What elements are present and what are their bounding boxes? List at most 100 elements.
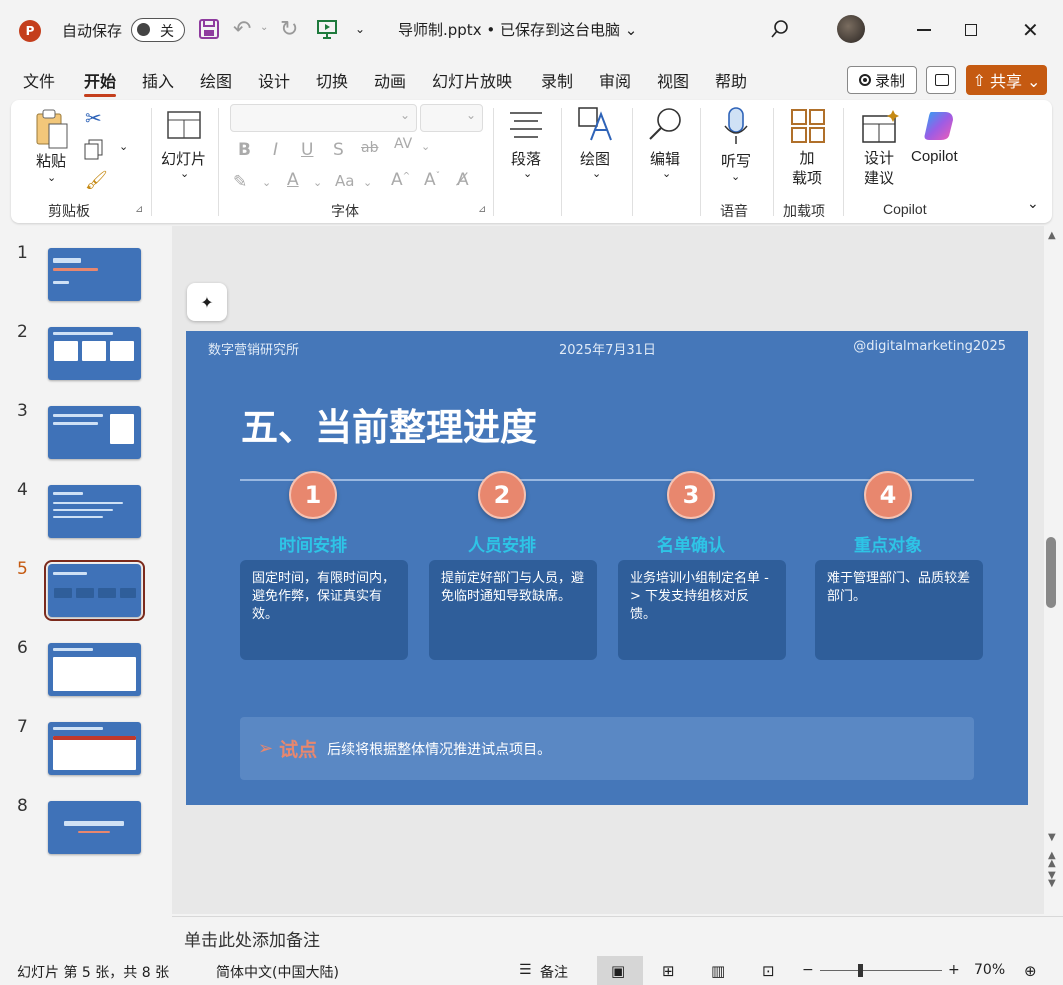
pilot-note-box[interactable]: ➢ 试点 后续将根据整体情况推进试点项目。 [240, 717, 974, 780]
copilot-icon[interactable] [921, 108, 957, 148]
autosave-toggle[interactable]: 关 [131, 18, 185, 42]
scroll-up-icon[interactable]: ▲ [1048, 230, 1056, 241]
slide-thumbnail-7[interactable] [48, 722, 141, 775]
customize-toolbar-icon[interactable]: ⌄ [355, 22, 365, 36]
addins-icon[interactable] [790, 108, 826, 148]
step-1-title[interactable]: 时间安排 [230, 531, 396, 556]
tab-view[interactable]: 视图 [657, 68, 689, 92]
step-4-card[interactable]: 难于管理部门、品质较差部门。 [815, 560, 983, 660]
tab-record[interactable]: 录制 [541, 68, 573, 92]
zoom-level[interactable]: 70% [974, 962, 1005, 978]
paragraph-icon[interactable] [508, 110, 544, 142]
step-4-title[interactable]: 重点对象 [805, 531, 971, 556]
present-from-start-icon[interactable] [316, 18, 338, 40]
font-launcher-icon[interactable]: ⊿ [478, 204, 486, 215]
undo-icon[interactable]: ↶ [233, 17, 251, 42]
spacing-dropdown-icon[interactable]: ⌄ [421, 140, 430, 153]
paragraph-button[interactable]: 段落 [511, 148, 541, 169]
save-icon[interactable] [198, 18, 220, 40]
change-case-icon[interactable]: Aa [335, 172, 354, 190]
font-color-icon[interactable]: A [287, 170, 299, 190]
designer-icon[interactable] [861, 108, 901, 148]
paragraph-dropdown-icon[interactable]: ⌄ [523, 167, 532, 180]
tab-design[interactable]: 设计 [258, 68, 290, 92]
step-4-circle[interactable]: 4 [864, 471, 912, 519]
record-button[interactable]: 录制 [847, 66, 917, 94]
shapes-icon[interactable] [577, 106, 613, 146]
paste-dropdown-icon[interactable]: ⌄ [47, 171, 56, 184]
clear-formatting-icon[interactable]: A̸ [457, 170, 469, 190]
slide-thumbnail-2[interactable] [48, 327, 141, 380]
zoom-out-icon[interactable]: − [802, 962, 814, 978]
current-slide[interactable]: 数字营销研究所 2025年7月31日 @digitalmarketing2025… [186, 331, 1028, 805]
designer-button[interactable]: 设计 建议 [864, 148, 894, 188]
close-button[interactable]: ✕ [1022, 18, 1039, 42]
slides-dropdown-icon[interactable]: ⌄ [180, 167, 189, 180]
tab-home[interactable]: 开始 [84, 68, 117, 97]
maximize-button[interactable] [965, 24, 977, 36]
addins-button[interactable]: 加 载项 [792, 148, 822, 188]
strikethrough-icon[interactable]: ab [361, 140, 378, 156]
tab-slideshow[interactable]: 幻灯片放映 [432, 68, 512, 92]
designer-sparkle-button[interactable]: ✦ [187, 283, 227, 321]
scroll-thumb[interactable] [1046, 537, 1056, 608]
drawing-dropdown-icon[interactable]: ⌄ [592, 167, 601, 180]
next-slide-icon[interactable]: ▼ ▼ [1048, 871, 1056, 889]
search-icon[interactable] [769, 18, 791, 40]
step-3-title[interactable]: 名单确认 [608, 531, 774, 556]
zoom-slider-knob[interactable] [858, 964, 863, 977]
highlight-icon[interactable]: ✎ [233, 172, 247, 192]
scroll-down-icon[interactable]: ▼ [1048, 832, 1056, 843]
step-3-card[interactable]: 业务培训小组制定名单 -> 下发支持组核对反馈。 [618, 560, 786, 660]
slide-handle[interactable]: @digitalmarketing2025 [853, 339, 1006, 354]
zoom-slider[interactable] [820, 970, 942, 971]
slide-thumbnail-1[interactable] [48, 248, 141, 301]
tab-transitions[interactable]: 切换 [316, 68, 348, 92]
slide-title[interactable]: 五、当前整理进度 [241, 397, 537, 451]
paste-button[interactable]: 粘贴 [36, 150, 66, 171]
notes-toggle-button[interactable]: 备注 [540, 962, 568, 982]
tab-insert[interactable]: 插入 [142, 68, 174, 92]
slideshow-icon[interactable]: ⊡ [762, 962, 775, 980]
bold-icon[interactable]: B [238, 140, 251, 160]
previous-slide-icon[interactable]: ▲ ▲ [1048, 851, 1056, 869]
slide-thumbnail-6[interactable] [48, 643, 141, 696]
font-size-select[interactable] [420, 104, 483, 132]
step-1-circle[interactable]: 1 [289, 471, 337, 519]
language-indicator[interactable]: 简体中文(中国大陆) [216, 962, 339, 982]
paste-icon[interactable] [35, 108, 71, 154]
microphone-icon[interactable] [723, 106, 749, 150]
underline-icon[interactable]: U [301, 140, 313, 160]
cut-icon[interactable]: ✂ [85, 106, 102, 130]
slide-sorter-icon[interactable]: ⊞ [662, 962, 675, 980]
notes-pane[interactable]: 单击此处添加备注 [172, 916, 1063, 956]
dictate-button[interactable]: 听写 [721, 150, 751, 171]
tab-help[interactable]: 帮助 [715, 68, 747, 92]
zoom-in-icon[interactable]: + [948, 962, 960, 978]
slide-thumbnail-8[interactable] [48, 801, 141, 854]
notes-toggle-icon[interactable]: ☰ [519, 962, 532, 978]
slide-thumbnails-pane[interactable]: 1 2 3 4 5 6 7 8 [0, 226, 170, 954]
notes-placeholder[interactable]: 单击此处添加备注 [184, 926, 320, 951]
format-painter-icon[interactable]: 🖌 [85, 170, 108, 191]
editing-button[interactable]: 编辑 [650, 148, 680, 169]
copy-dropdown-icon[interactable]: ⌄ [119, 140, 128, 153]
slide-org-name[interactable]: 数字营销研究所 [208, 339, 299, 358]
slide-thumbnail-3[interactable] [48, 406, 141, 459]
dictate-dropdown-icon[interactable]: ⌄ [731, 170, 740, 183]
drawing-button[interactable]: 绘图 [580, 148, 610, 169]
undo-dropdown-icon[interactable]: ⌄ [260, 22, 268, 33]
new-slide-icon[interactable] [166, 110, 202, 144]
case-dropdown-icon[interactable]: ⌄ [363, 176, 372, 189]
increase-font-icon[interactable]: A^ [391, 170, 410, 190]
share-button[interactable]: ⇧ 共享 ⌄ [966, 65, 1047, 95]
editing-dropdown-icon[interactable]: ⌄ [662, 167, 671, 180]
find-icon[interactable] [647, 106, 683, 146]
italic-icon[interactable]: I [273, 140, 278, 160]
step-2-card[interactable]: 提前定好部门与人员，避免临时通知导致缺席。 [429, 560, 597, 660]
fit-to-window-icon[interactable]: ⊕ [1024, 962, 1037, 980]
slide-thumbnail-5[interactable] [44, 560, 145, 621]
character-spacing-icon[interactable]: AV [394, 136, 412, 152]
slides-button[interactable]: 幻灯片 [161, 148, 206, 169]
tab-animations[interactable]: 动画 [374, 68, 406, 92]
